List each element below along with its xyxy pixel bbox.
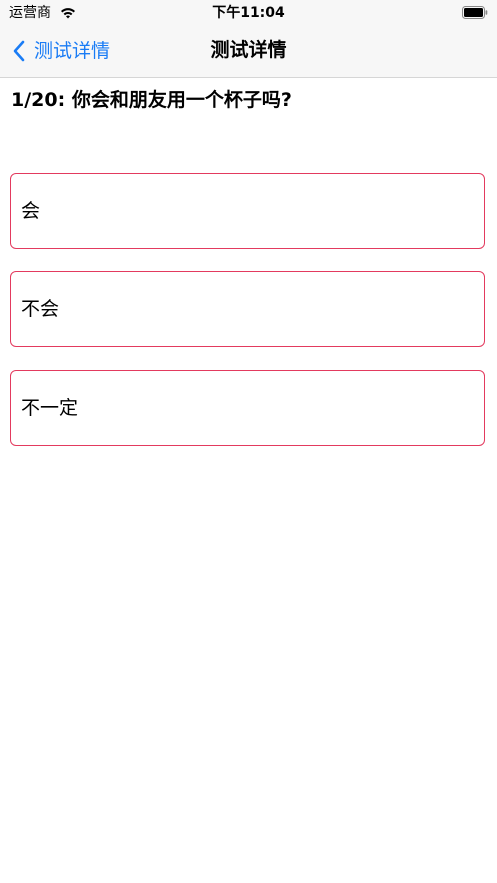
status-time: 下午11:04: [212, 5, 285, 21]
answer-option[interactable]: 不会: [10, 271, 485, 347]
back-button[interactable]: 测试详情: [12, 38, 110, 64]
navigation-bar: 测试详情 测试详情: [0, 26, 497, 78]
battery-icon: [462, 6, 488, 19]
answer-option-label: 不会: [21, 298, 60, 320]
screen: 运营商 下午11:04 测试详情 测试详情 1/20: 你会和朋友用一个杯子吗?…: [0, 0, 497, 883]
back-label: 测试详情: [34, 40, 111, 62]
answer-option-label: 会: [21, 200, 41, 222]
answer-option-label: 不一定: [21, 397, 79, 419]
chevron-left-icon: [13, 40, 25, 62]
status-bar: 运营商 下午11:04: [0, 0, 497, 26]
answer-option[interactable]: 会: [10, 173, 485, 249]
question-text: 1/20: 你会和朋友用一个杯子吗?: [11, 89, 292, 111]
answer-option[interactable]: 不一定: [10, 370, 485, 446]
